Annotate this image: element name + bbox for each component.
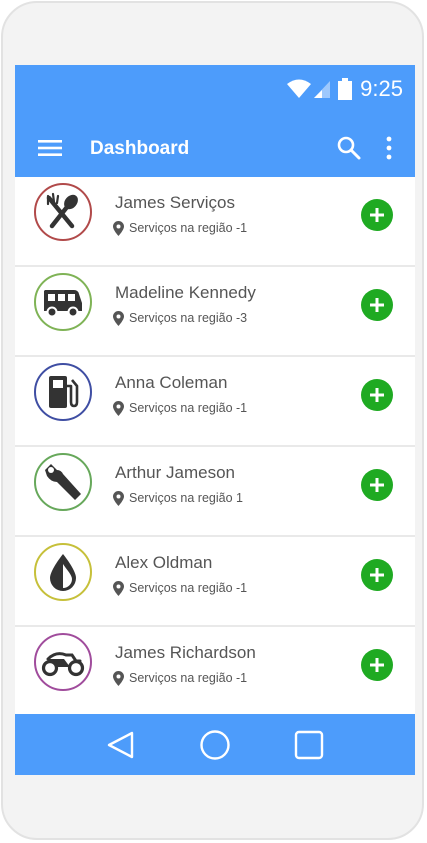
status-time: 9:25 [360,76,403,101]
list-item[interactable]: James Richardson Serviços na região -1 [15,627,415,715]
location-pin-icon [113,310,124,326]
item-name: James Serviços [115,193,235,212]
location-pin-icon [113,400,124,416]
screen: 9:25 Dashboard James Serviços Serviços n… [15,65,415,775]
item-location-text: Serviços na região 1 [129,491,243,505]
avatar [34,543,92,601]
add-button[interactable] [361,649,393,681]
plus-icon [370,208,384,222]
item-location-text: Serviços na região -1 [129,581,248,595]
avatar [34,183,92,241]
app-bar: Dashboard [15,113,415,183]
restaurant-icon [46,192,78,229]
plus-icon [370,568,384,582]
list-item[interactable]: Arthur Jameson Serviços na região 1 [15,447,415,535]
avatar [34,453,92,511]
list-item[interactable]: Alex Oldman Serviços na região -1 [15,537,415,625]
home-icon[interactable] [199,729,231,761]
item-name: James Richardson [115,643,256,662]
battery-icon [338,78,353,100]
plus-icon [370,298,384,312]
avatar [34,633,92,691]
wifi-icon [287,79,312,98]
item-location-text: Serviços na região -1 [129,671,248,685]
more-options-icon[interactable] [383,135,395,161]
item-name: Anna Coleman [115,373,228,392]
add-button[interactable] [361,199,393,231]
add-button[interactable] [361,559,393,591]
avatar [34,363,92,421]
motorcycle-icon [41,652,85,677]
water-drop-icon [50,554,76,591]
location-pin-icon [113,580,124,596]
add-button[interactable] [361,379,393,411]
search-icon[interactable] [336,135,362,161]
service-list: James Serviços Serviços na região -1 Mad… [15,177,415,715]
gas-station-icon [49,376,79,408]
item-name: Alex Oldman [115,553,213,572]
location-pin-icon [113,490,124,506]
item-location: Serviços na região -1 [113,219,247,237]
phone-frame: 9:25 Dashboard James Serviços Serviços n… [1,1,424,840]
list-item[interactable]: Madeline Kennedy Serviços na região -3 [15,267,415,355]
navigation-bar [15,714,415,775]
location-pin-icon [113,220,124,236]
bus-icon [44,290,82,318]
plus-icon [370,658,384,672]
item-location-text: Serviços na região -1 [129,401,248,415]
plus-icon [370,478,384,492]
item-location: Serviços na região -1 [113,399,247,417]
wrench-icon [45,464,81,500]
item-location-text: Serviços na região -1 [129,221,248,235]
item-name: Arthur Jameson [115,463,235,482]
page-title: Dashboard [90,138,190,159]
back-icon[interactable] [105,729,137,761]
add-button[interactable] [361,469,393,501]
item-location: Serviços na região -3 [113,309,247,327]
item-location: Serviços na região -1 [113,579,247,597]
item-location: Serviços na região 1 [113,489,243,507]
item-location-text: Serviços na região -3 [129,311,248,325]
status-icons: 9:25 [286,75,403,103]
plus-icon [370,388,384,402]
menu-icon[interactable] [37,135,63,161]
list-item[interactable]: Anna Coleman Serviços na região -1 [15,357,415,445]
recents-icon[interactable] [293,729,325,761]
status-bar: 9:25 [15,65,415,113]
item-name: Madeline Kennedy [115,283,256,302]
avatar [34,273,92,331]
signal-icon [314,81,331,98]
add-button[interactable] [361,289,393,321]
location-pin-icon [113,670,124,686]
list-item[interactable]: James Serviços Serviços na região -1 [15,177,415,265]
item-location: Serviços na região -1 [113,669,247,687]
